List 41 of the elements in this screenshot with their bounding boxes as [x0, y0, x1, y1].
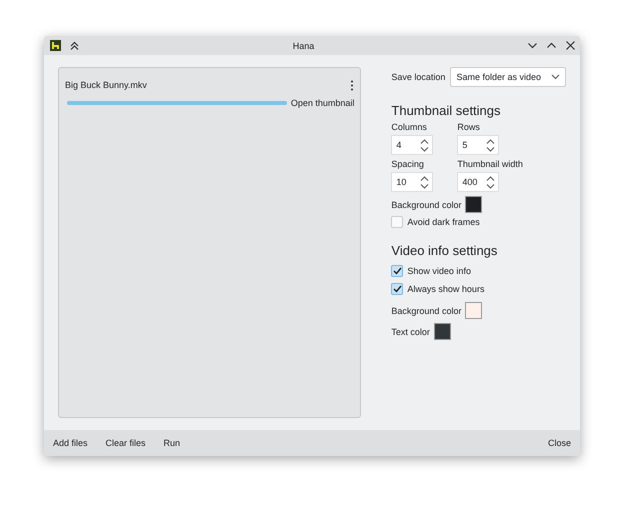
field-label: Background color: [391, 200, 462, 210]
field-label: Columns: [391, 122, 428, 132]
close-button[interactable]: Close: [548, 438, 571, 448]
double-chevron-up-icon[interactable]: [69, 40, 80, 51]
spin-arrows-icon: [420, 138, 430, 152]
field-label: Spacing: [391, 159, 425, 169]
field-label: Save location: [391, 72, 446, 82]
spin-arrows-icon: [486, 176, 496, 188]
spin-box[interactable]: 400: [457, 172, 500, 192]
spin-box[interactable]: 10: [391, 172, 434, 192]
minimize-icon[interactable]: [527, 40, 538, 51]
caret-icon: [551, 74, 560, 80]
section-heading: Thumbnail settings: [391, 103, 502, 118]
spin-box[interactable]: 5: [457, 135, 500, 155]
footer-button[interactable]: Clear files: [106, 438, 146, 448]
window-title: Hana: [292, 40, 316, 50]
field-label: Background color: [391, 306, 462, 316]
color-swatch[interactable]: [434, 323, 451, 340]
color-swatch[interactable]: [465, 196, 482, 213]
section-heading: Video info settings: [391, 243, 498, 258]
checkbox-label: Always show hours: [407, 284, 484, 294]
footer-button[interactable]: Add files: [53, 438, 88, 448]
file-name: Big Buck Bunny.mkv: [65, 80, 147, 90]
spin-arrows-icon: [420, 176, 430, 188]
checkbox-label: Avoid dark frames: [407, 217, 480, 227]
close-icon[interactable]: [565, 40, 576, 51]
field-label: Rows: [457, 122, 481, 132]
color-swatch[interactable]: [465, 302, 482, 319]
more-options-icon[interactable]: [350, 80, 354, 90]
checkbox-label: Show video info: [407, 266, 471, 276]
spin-box[interactable]: 4: [391, 135, 434, 155]
open-thumbnail-button[interactable]: Open thumbnail: [290, 98, 354, 108]
save-location-dropdown[interactable]: Same folder as video: [450, 67, 566, 87]
field-label: Thumbnail width: [457, 159, 524, 169]
checkbox[interactable]: [391, 216, 404, 228]
checkbox[interactable]: [391, 283, 404, 295]
app-icon: [50, 40, 61, 51]
spin-arrows-icon: [486, 138, 496, 152]
checkbox[interactable]: [391, 265, 404, 277]
footer-button[interactable]: Run: [164, 438, 180, 448]
field-label: Text color: [391, 326, 430, 336]
